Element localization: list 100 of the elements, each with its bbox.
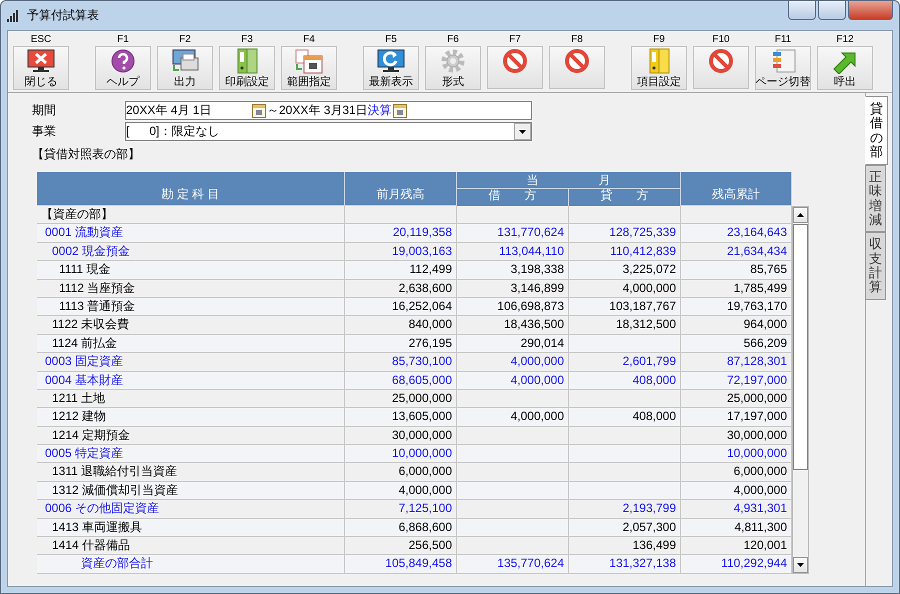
table-cell: 13,605,000 — [345, 408, 457, 426]
toolbar-button[interactable] — [693, 46, 749, 89]
dropdown-arrow-icon — [519, 130, 526, 134]
account-cell[interactable]: 1113 普通預金 — [37, 298, 345, 316]
function-key-label: F11 — [774, 33, 792, 46]
business-dropdown[interactable]: [ 0]：限定なし — [125, 122, 532, 141]
down-arrow-icon — [797, 563, 804, 567]
column-header: 借 方 — [457, 189, 569, 206]
table-cell: 10,000,000 — [345, 445, 457, 462]
column-header: 前月残高 — [345, 172, 457, 206]
table-cell: 128,725,339 — [569, 224, 681, 242]
toolbar-button[interactable]: 呼出 — [817, 46, 873, 90]
period-field[interactable]: 20XX年 4月 1日 ～20XX年 3月31日決算 — [125, 101, 532, 120]
account-cell[interactable]: 1311 退職給付引当資産 — [37, 463, 345, 481]
account-cell[interactable]: 1212 建物 — [37, 408, 345, 426]
account-cell[interactable]: 1111 現金 — [37, 261, 345, 279]
minimize-button[interactable] — [788, 1, 816, 20]
table-cell: 2,601,799 — [569, 353, 681, 371]
scrollbar-thumb[interactable] — [793, 224, 808, 470]
table-cell: 4,000,000 — [345, 482, 457, 500]
table-cell: 18,436,500 — [457, 316, 569, 334]
function-key-label: F7 — [509, 33, 521, 46]
table-cell: 25,000,000 — [345, 390, 457, 408]
side-tab[interactable]: 収支計算 — [865, 232, 886, 300]
toolbar-button[interactable]: 形式 — [425, 46, 481, 90]
toolbar-button[interactable]: 出力 — [157, 46, 213, 90]
toolbar-button[interactable]: 範囲指定 — [281, 46, 337, 90]
toolbar-button[interactable]: ページ切替 — [755, 46, 811, 90]
toolbar-button[interactable]: 項目設定 — [631, 46, 687, 90]
account-cell[interactable]: 1312 減価償却引当資産 — [37, 482, 345, 500]
table-cell: 4,000,000 — [457, 408, 569, 426]
table-cell: 110,412,839 — [569, 242, 681, 260]
column-header: 勘 定 科 目 — [37, 172, 345, 206]
table-cell: 85,730,100 — [345, 353, 457, 371]
side-tab[interactable]: 貸借の部 — [865, 96, 888, 166]
account-cell[interactable]: 0002 現金預金 — [37, 242, 345, 260]
table-cell: 3,225,072 — [569, 261, 681, 279]
side-tab[interactable]: 正味増減 — [865, 165, 886, 232]
window-title: 予算付試算表 — [27, 7, 99, 24]
toolbar-button[interactable]: 閉じる — [13, 46, 69, 90]
table-cell: 30,000,000 — [345, 426, 457, 444]
toolbar-button[interactable]: ヘルプ — [95, 46, 151, 90]
function-key-label: F12 — [836, 33, 854, 46]
refresh-icon — [376, 48, 406, 74]
maximize-button[interactable] — [818, 1, 846, 20]
account-cell[interactable]: 0003 固定資産 — [37, 353, 345, 371]
scroll-up-button[interactable] — [793, 207, 808, 223]
account-cell[interactable]: 0001 流動資産 — [37, 224, 345, 242]
account-cell[interactable]: 1214 定期預金 — [37, 426, 345, 444]
table-cell: 2,057,300 — [569, 518, 681, 536]
toolbar-button[interactable]: 最新表示 — [363, 46, 419, 90]
toolbar-button[interactable] — [549, 46, 605, 89]
table-cell: 4,000,000 — [457, 372, 569, 389]
account-cell[interactable]: 1414 什器備品 — [37, 537, 345, 554]
table-cell: 19,003,163 — [345, 242, 457, 260]
table-cell: 3,198,338 — [457, 261, 569, 279]
monitor-close-icon — [26, 48, 56, 74]
section-title: 【貸借対照表の部】 — [32, 146, 141, 163]
account-cell[interactable]: 【資産の部】 — [37, 206, 345, 224]
toolbar-button[interactable] — [487, 46, 543, 89]
table-cell: 136,499 — [569, 537, 681, 554]
account-cell[interactable]: 0006 その他固定資産 — [37, 500, 345, 518]
close-button[interactable] — [848, 1, 893, 20]
account-cell[interactable]: 1122 未収会費 — [37, 316, 345, 334]
prohibited-icon — [706, 48, 736, 74]
table-cell: 131,327,138 — [569, 555, 681, 573]
function-key-label: F3 — [241, 33, 253, 46]
settlement-link[interactable]: 決算 — [368, 102, 392, 119]
table-cell: 135,770,624 — [457, 555, 569, 573]
account-cell[interactable]: 1211 土地 — [37, 390, 345, 408]
date-from: 20XX年 4月 1日 — [126, 102, 212, 119]
account-cell[interactable]: 0005 特定資産 — [37, 445, 345, 462]
table-cell: 16,252,064 — [345, 298, 457, 316]
table-cell: 131,770,624 — [457, 224, 569, 242]
function-key-label: ESC — [30, 33, 52, 46]
table-cell: 68,605,000 — [345, 372, 457, 389]
table-cell: 3,146,899 — [457, 280, 569, 297]
function-key-label: F5 — [385, 33, 397, 46]
calendar-icon[interactable] — [392, 104, 407, 118]
table-cell: 840,000 — [345, 316, 457, 334]
function-key-label: F2 — [179, 33, 191, 46]
up-arrow-icon — [797, 213, 804, 217]
table-cell: 408,000 — [569, 408, 681, 426]
table-cell: 2,638,600 — [345, 280, 457, 297]
calendar-icon[interactable] — [252, 104, 266, 118]
account-cell[interactable]: 0004 基本財産 — [37, 372, 345, 389]
table-cell: 290,014 — [457, 334, 569, 352]
function-key-label: F9 — [653, 33, 665, 46]
field-label: 期間 — [32, 102, 57, 119]
table-cell: 7,125,100 — [345, 500, 457, 518]
toolbar-button[interactable]: 印刷設定 — [219, 46, 275, 90]
table-cell: 103,187,767 — [569, 298, 681, 316]
table-cell: 256,500 — [345, 537, 457, 554]
scroll-down-button[interactable] — [793, 557, 808, 573]
account-cell[interactable]: 1124 前払金 — [37, 334, 345, 352]
date-to: ～20XX年 3月31日 — [267, 102, 368, 119]
account-cell[interactable]: 1413 車両運搬具 — [37, 518, 345, 536]
account-cell[interactable]: 資産の部合計 — [37, 555, 345, 573]
table-cell: 4,000,000 — [457, 353, 569, 371]
account-cell[interactable]: 1112 当座預金 — [37, 280, 345, 297]
